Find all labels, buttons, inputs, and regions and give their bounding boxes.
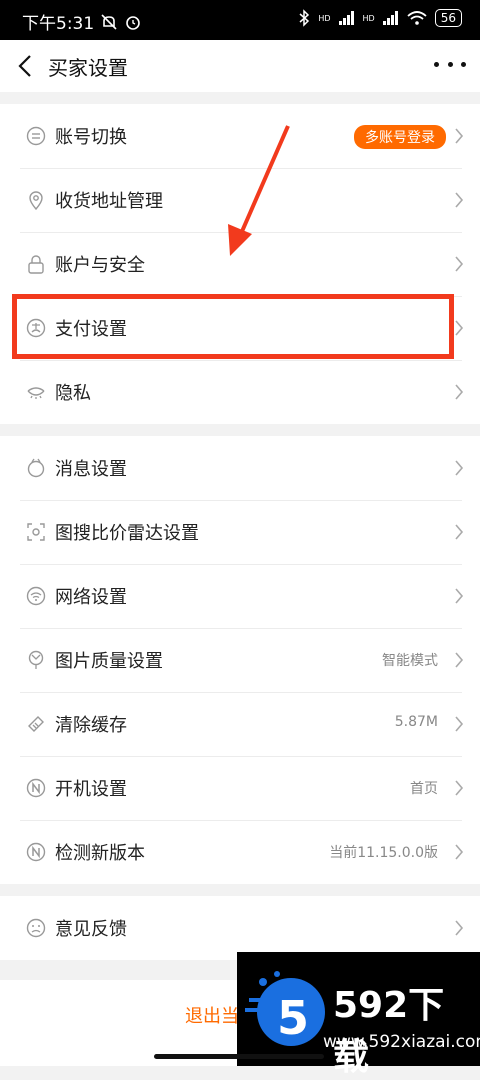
settings-row-image-search-radar[interactable]: 图搜比价雷达设置 — [0, 500, 480, 564]
settings-row-label: 图片质量设置 — [55, 651, 163, 672]
settings-row-clear-cache[interactable]: 清除缓存 5.87M — [0, 692, 480, 756]
startup-n-icon — [26, 778, 46, 798]
status-bar: 下午5:31 HD HD 56 — [0, 0, 480, 40]
chevron-right-icon — [455, 256, 464, 272]
switch-account-icon — [26, 126, 46, 146]
clear-cache-icon — [28, 716, 44, 732]
watermark-url: www.592xiazai.com — [323, 1032, 480, 1052]
settings-row-value: 首页 — [410, 781, 438, 797]
settings-row-label: 开机设置 — [55, 779, 127, 800]
chevron-right-icon — [455, 460, 464, 476]
settings-row-label: 隐私 — [55, 383, 91, 404]
location-pin-icon — [29, 191, 43, 210]
settings-group-feedback: 意见反馈 — [0, 896, 480, 960]
back-arrow-icon[interactable] — [14, 52, 38, 80]
chevron-right-icon — [455, 128, 464, 144]
chevron-right-icon — [455, 652, 464, 668]
image-quality-icon — [28, 650, 44, 669]
version-n-icon — [26, 842, 46, 862]
lock-icon — [28, 255, 44, 274]
settings-row-message[interactable]: 消息设置 — [0, 436, 480, 500]
pointer-arrow-icon — [228, 125, 290, 256]
radar-scan-icon — [27, 523, 45, 541]
settings-row-check-version[interactable]: 检测新版本 当前11.15.0.0版 — [0, 820, 480, 884]
wifi-icon — [26, 586, 46, 606]
more-dot-icon — [461, 61, 466, 67]
settings-row-privacy[interactable]: 隐私 — [0, 360, 480, 424]
settings-row-label: 意见反馈 — [55, 919, 127, 940]
settings-row-label: 账号切换 — [55, 127, 127, 148]
eye-closed-icon — [27, 387, 45, 399]
settings-row-label: 账户与安全 — [55, 255, 145, 276]
settings-row-label: 网络设置 — [55, 587, 127, 608]
page-title: 买家设置 — [48, 56, 128, 80]
status-time: 下午5:31 — [22, 14, 95, 34]
signal-hd-badge-2: HD — [362, 13, 375, 23]
settings-row-label: 清除缓存 — [55, 715, 127, 736]
home-indicator[interactable] — [154, 1054, 324, 1059]
mute-icon — [101, 13, 117, 30]
settings-row-label: 收货地址管理 — [55, 191, 163, 212]
bluetooth-icon — [299, 9, 310, 27]
settings-row-startup[interactable]: 开机设置 首页 — [0, 756, 480, 820]
chevron-right-icon — [455, 716, 464, 732]
chevron-right-icon — [455, 780, 464, 796]
watermark-brand: 592下载 — [333, 985, 445, 1078]
settings-row-image-quality[interactable]: 图片质量设置 智能模式 — [0, 628, 480, 692]
signal-icon-2 — [382, 11, 398, 25]
more-dot-icon — [434, 61, 439, 67]
settings-row-label: 检测新版本 — [55, 843, 145, 864]
signal-icon-1 — [338, 11, 354, 25]
logout-label: 退出当 — [185, 1006, 239, 1027]
chevron-right-icon — [455, 192, 464, 208]
more-dot-icon — [447, 61, 453, 67]
settings-row-label: 消息设置 — [55, 459, 127, 480]
alarm-icon — [126, 15, 140, 30]
settings-row-value: 当前11.15.0.0版 — [329, 845, 438, 861]
settings-row-value: 智能模式 — [382, 653, 438, 669]
highlight-box — [12, 294, 454, 359]
feedback-face-icon — [26, 918, 46, 938]
chevron-right-icon — [455, 920, 464, 936]
chevron-right-icon — [455, 524, 464, 540]
chevron-right-icon — [455, 844, 464, 860]
settings-row-network[interactable]: 网络设置 — [0, 564, 480, 628]
settings-row-feedback[interactable]: 意见反馈 — [0, 896, 480, 960]
settings-row-label: 图搜比价雷达设置 — [55, 523, 199, 544]
svg-text:5: 5 — [277, 991, 309, 1045]
signal-hd-badge-1: HD — [318, 13, 331, 23]
multi-account-badge: 多账号登录 — [354, 125, 446, 149]
site-logo-icon: 5 — [245, 971, 325, 1046]
chevron-right-icon — [455, 588, 464, 604]
page-header: 买家设置 — [0, 40, 480, 92]
battery-indicator: 56 — [434, 9, 462, 27]
settings-row-value: 5.87M — [394, 714, 438, 730]
wifi-status-icon — [407, 11, 427, 25]
more-options-button[interactable] — [434, 52, 466, 76]
chevron-right-icon — [455, 320, 464, 336]
chevron-right-icon — [455, 384, 464, 400]
watermark-overlay: 5 592下载 www.592xiazai.com — [237, 952, 480, 1078]
settings-group-general: 消息设置 图搜比价雷达设置 网络设置 图片质量设置 智能模式 清除缓存 5.87… — [0, 436, 480, 884]
message-icon — [27, 458, 45, 478]
